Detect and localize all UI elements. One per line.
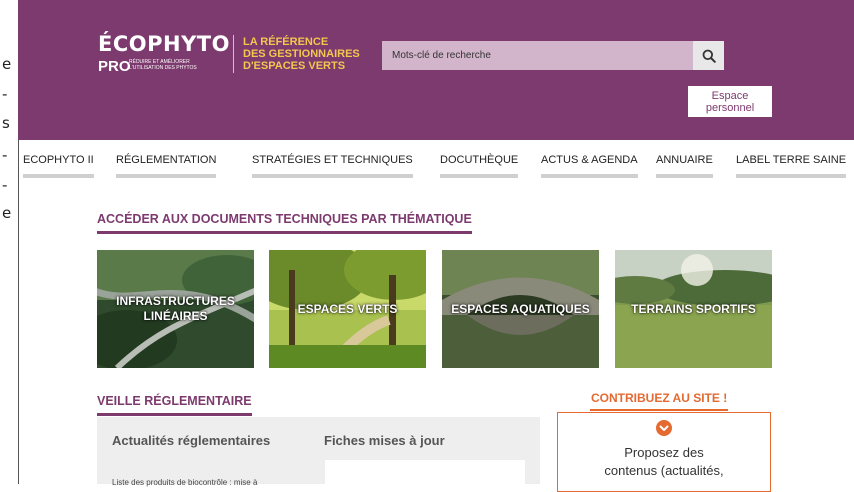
tagline-line: LA RÉFÉRENCE	[243, 36, 329, 48]
contribuez-underline	[590, 409, 729, 411]
tagline-line: DES GESTIONNAIRES	[243, 48, 360, 60]
logo-small-text: RÉDUIRE ET AMÉLIORER L'UTILISATION DES P…	[129, 59, 219, 71]
contribuez-box[interactable]: Proposez des contenus (actualités,	[557, 412, 771, 492]
actualite-snippet[interactable]: Liste des produits de biocontrôle : mise…	[112, 478, 307, 487]
section-title-underline	[97, 231, 472, 234]
background-window-strip: e - s - - e	[0, 0, 19, 484]
nav-label: DOCUTHÈQUE	[440, 154, 519, 166]
strip-glyph: -	[2, 146, 8, 164]
ecophyto-pro-logo[interactable]: ÉCOPHYTO PRO RÉDUIRE ET AMÉLIORER L'UTIL…	[98, 32, 230, 75]
nav-underline	[541, 174, 638, 178]
nav-underline	[736, 174, 847, 178]
nav-item-docutheque[interactable]: DOCUTHÈQUE	[440, 154, 519, 178]
tile-label-line: LINÉAIRES	[143, 309, 208, 323]
espace-line: Espace	[711, 89, 749, 102]
section-title-text: VEILLE RÉGLEMENTAIRE	[97, 394, 252, 408]
tile-label-line: INFRASTRUCTURES	[116, 294, 235, 308]
tile-label: ESPACES VERTS	[297, 301, 398, 316]
nav-label: ECOPHYTO II	[23, 154, 94, 166]
contribuez-text: Proposez des contenus (actualités,	[558, 444, 770, 480]
tile-espaces-verts[interactable]: ESPACES VERTS	[269, 250, 426, 368]
nav-label: RÉGLEMENTATION	[116, 154, 217, 166]
strip-glyph: e	[2, 204, 12, 222]
fiches-mises-a-jour-title[interactable]: Fiches mises à jour	[324, 433, 445, 448]
tile-terrains-sportifs[interactable]: TERRAINS SPORTIFS	[615, 250, 772, 368]
nav-underline	[23, 174, 94, 178]
logo-divider	[233, 35, 234, 73]
nav-underline	[440, 174, 519, 178]
nav-label: ANNUAIRE	[656, 154, 713, 166]
strip-glyph: -	[2, 176, 8, 194]
tile-label: TERRAINS SPORTIFS	[631, 301, 756, 316]
strip-glyph: s	[2, 114, 10, 132]
logo-main-text: ÉCOPHYTO	[98, 32, 230, 56]
nav-label: ACTUS & AGENDA	[541, 154, 638, 166]
search-button[interactable]	[693, 41, 724, 70]
nav-item-annuaire[interactable]: ANNUAIRE	[656, 154, 713, 178]
fiches-card	[325, 460, 525, 490]
arrow-down-circle-icon	[656, 420, 672, 436]
logo-pro-text: PRO	[98, 58, 131, 75]
contribuez-title-text: CONTRIBUEZ AU SITE !	[591, 391, 728, 405]
nav-item-label-terre-saine[interactable]: LABEL TERRE SAINE	[736, 154, 847, 178]
nav-underline	[656, 174, 713, 178]
actualites-reglementaires-title[interactable]: Actualités réglementaires	[112, 433, 270, 448]
nav-label: LABEL TERRE SAINE	[736, 154, 847, 166]
tile-label: INFRASTRUCTURES LINÉAIRES	[116, 294, 235, 324]
thematique-section-title: ACCÉDER AUX DOCUMENTS TECHNIQUES PAR THÉ…	[97, 212, 472, 234]
contribuez-line: Proposez des	[624, 445, 704, 460]
site-header: ÉCOPHYTO PRO RÉDUIRE ET AMÉLIORER L'UTIL…	[18, 0, 854, 140]
search-icon	[702, 49, 716, 63]
section-title-text: ACCÉDER AUX DOCUMENTS TECHNIQUES PAR THÉ…	[97, 212, 472, 226]
espace-personnel-button[interactable]: Espace personnel	[688, 86, 772, 117]
nav-underline	[252, 174, 413, 178]
nav-item-reglementation[interactable]: RÉGLEMENTATION	[116, 154, 217, 178]
search-input[interactable]	[382, 41, 693, 70]
tile-label: ESPACES AQUATIQUES	[451, 301, 590, 316]
strip-glyph: e	[2, 55, 12, 73]
nav-item-strategies[interactable]: STRATÉGIES ET TECHNIQUES	[252, 154, 413, 178]
contribuez-title: CONTRIBUEZ AU SITE !	[590, 391, 729, 411]
logo-small-line: L'UTILISATION DES PHYTOS	[129, 65, 197, 71]
tile-espaces-aquatiques[interactable]: ESPACES AQUATIQUES	[442, 250, 599, 368]
contribuez-line: contenus (actualités,	[604, 463, 724, 478]
main-nav: ECOPHYTO II RÉGLEMENTATION STRATÉGIES ET…	[18, 140, 854, 185]
section-title-underline	[97, 413, 252, 416]
nav-item-ecophyto[interactable]: ECOPHYTO II	[23, 154, 94, 178]
espace-line: personnel	[705, 101, 755, 114]
site-tagline: LA RÉFÉRENCE DES GESTIONNAIRES D'ESPACES…	[243, 36, 360, 72]
strip-glyph: -	[2, 85, 8, 103]
tagline-line: D'ESPACES VERTS	[243, 60, 346, 72]
nav-underline	[116, 174, 217, 178]
nav-label: STRATÉGIES ET TECHNIQUES	[252, 154, 413, 166]
nav-item-actus-agenda[interactable]: ACTUS & AGENDA	[541, 154, 638, 178]
veille-section-title: VEILLE RÉGLEMENTAIRE	[97, 394, 252, 416]
tile-infrastructures-lineaires[interactable]: INFRASTRUCTURES LINÉAIRES	[97, 250, 254, 368]
